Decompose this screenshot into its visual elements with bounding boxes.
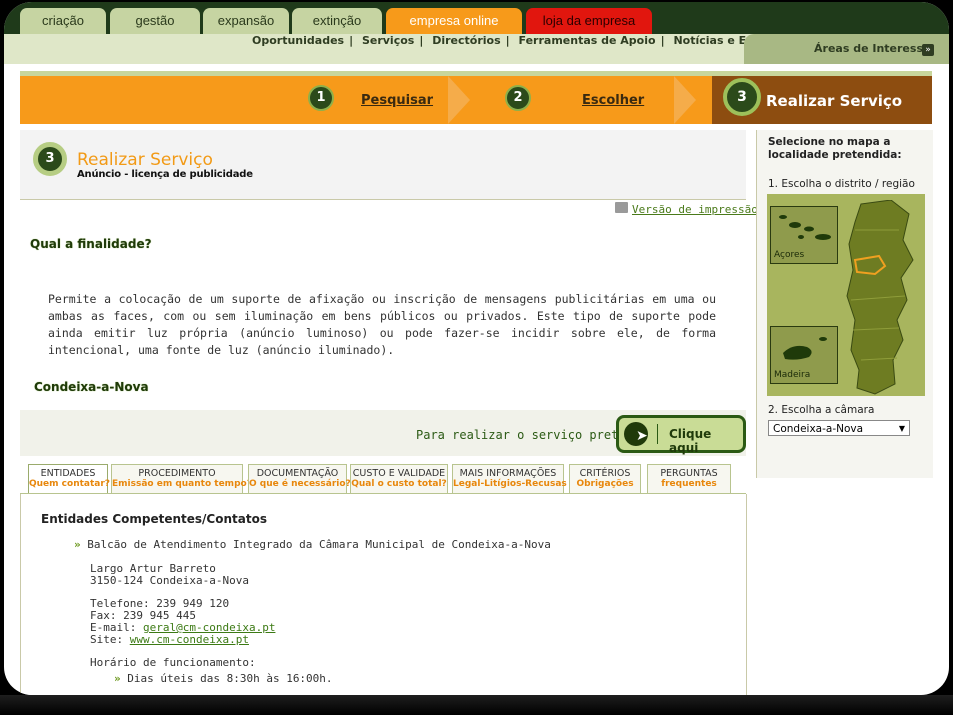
chevron-down-icon: » bbox=[922, 44, 934, 56]
tab-criterios[interactable]: CRITÉRIOS Obrigações bbox=[569, 464, 641, 494]
step-2-number: 2 bbox=[505, 85, 531, 111]
tab-top-label: DOCUMENTAÇÃO bbox=[256, 468, 339, 479]
clique-aqui-label: Clique aqui bbox=[669, 427, 712, 455]
service-header: 3 Realizar Serviço Anúncio - licença de … bbox=[20, 130, 746, 200]
step-3-label: Realizar Serviço bbox=[766, 92, 903, 110]
tab-bottom-label: Obrigações bbox=[576, 479, 634, 489]
tab-mais-informacoes[interactable]: MAIS INFORMAÇÕES Legal-Litígios-Recusas bbox=[452, 464, 567, 494]
selected-place-heading: Condeixa-a-Nova bbox=[34, 380, 149, 394]
map-step-2-label: 2. Escolha a câmara bbox=[768, 404, 875, 416]
nav-link-directorios[interactable]: Directórios bbox=[432, 34, 500, 47]
azores-islands-icon bbox=[779, 215, 831, 240]
page-subtitle: Anúncio - licença de publicidade bbox=[77, 169, 253, 180]
service-description: Permite a colocação de um suporte de afi… bbox=[48, 292, 716, 357]
action-bar: Para realizar o serviço pretendido ➤ Cli… bbox=[20, 410, 746, 456]
nav-link-ferramentas[interactable]: Ferramentas de Apoio bbox=[519, 34, 656, 47]
hours-label: Horário de funcionamento: bbox=[90, 656, 256, 669]
tab-loja-da-empresa[interactable]: loja da empresa bbox=[526, 8, 652, 34]
nav-link-servicos[interactable]: Serviços bbox=[362, 34, 414, 47]
tab-custo-validade[interactable]: CUSTO E VALIDADE Qual o custo total? bbox=[350, 464, 448, 494]
mainland-portugal-icon[interactable] bbox=[839, 200, 925, 396]
step-3-number: 3 bbox=[723, 78, 761, 116]
tab-entidades[interactable]: ENTIDADES Quem contatar? bbox=[28, 464, 111, 496]
step-1-number: 1 bbox=[308, 85, 334, 111]
bullet-arrow-icon: » bbox=[114, 672, 121, 685]
tab-extincao[interactable]: extinção bbox=[292, 8, 382, 34]
hours-list-item: » Dias úteis das 8:30h às 16:00h. bbox=[114, 672, 333, 685]
printer-icon[interactable] bbox=[615, 202, 628, 213]
print-version-link[interactable]: Versão de impressão bbox=[632, 203, 758, 216]
tab-bottom-label: O que é necessário? bbox=[249, 479, 351, 489]
bullet-arrow-icon: » bbox=[74, 538, 81, 551]
nav-links: Oportunidades | Serviços | Directórios | Fe… bbox=[252, 34, 788, 47]
tab-top-label: CRITÉRIOS bbox=[579, 468, 631, 479]
camara-select[interactable]: Condeixa-a-Nova ▼ bbox=[768, 420, 910, 436]
tab-top-label: MAIS INFORMAÇÕES bbox=[459, 468, 557, 479]
portugal-map[interactable]: Açores Madeira bbox=[767, 194, 925, 396]
tab-bottom-label: Legal-Litígios-Recusas bbox=[453, 479, 567, 489]
caret-down-icon: ▼ bbox=[898, 424, 905, 433]
cursor-icon: ➤ bbox=[624, 422, 648, 446]
entity-site-row: Site: www.cm-condeixa.pt bbox=[90, 633, 249, 646]
tab-bottom-label: Emissão em quanto tempo? bbox=[112, 479, 252, 489]
tab-expansao[interactable]: expansão bbox=[203, 8, 289, 34]
reflection-decoration bbox=[0, 695, 953, 715]
tab-top-label: CUSTO E VALIDADE bbox=[352, 468, 446, 479]
azores-label: Açores bbox=[774, 250, 805, 260]
madeira-inset[interactable]: Madeira bbox=[770, 326, 838, 384]
section-heading-finalidade: Qual a finalidade? bbox=[30, 237, 152, 251]
steps-progress: 1 Pesquisar 2 Escolher 3 Realizar Serviç… bbox=[20, 71, 932, 124]
entity-list-item: » Balcão de Atendimento Integrado da Câm… bbox=[74, 538, 551, 551]
top-tab-bar: criação gestão expansão extinção empresa… bbox=[4, 2, 949, 34]
site-link[interactable]: www.cm-condeixa.pt bbox=[130, 633, 249, 646]
areas-label: Áreas de Interesse bbox=[814, 42, 931, 55]
tab-procedimento[interactable]: PROCEDIMENTO Emissão em quanto tempo? bbox=[111, 464, 252, 494]
tab-empresa-online[interactable]: empresa online bbox=[386, 8, 522, 34]
tab-top-label: PROCEDIMENTO bbox=[138, 468, 216, 479]
site-label: Site: bbox=[90, 633, 130, 646]
map-step-1-label: 1. Escolha o distrito / região bbox=[768, 178, 915, 190]
page-title: Realizar Serviço bbox=[77, 150, 213, 170]
tab-top-label: ENTIDADES bbox=[40, 468, 96, 479]
step-1-link[interactable]: Pesquisar bbox=[361, 93, 433, 108]
service-step-number: 3 bbox=[33, 142, 67, 176]
browser-frame: criação gestão expansão extinção empresa… bbox=[4, 2, 949, 695]
step-2-link[interactable]: Escolher bbox=[582, 93, 644, 108]
map-panel-title: Selecione no mapa a localidade pretendid… bbox=[768, 136, 902, 161]
tab-gestao[interactable]: gestão bbox=[110, 8, 200, 34]
tab-bottom-label: Qual o custo total? bbox=[351, 479, 447, 489]
entity-address-line2: 3150-124 Condeixa-a-Nova bbox=[90, 574, 249, 587]
clique-aqui-button[interactable]: ➤ Clique aqui bbox=[616, 415, 746, 455]
madeira-label: Madeira bbox=[774, 370, 811, 380]
step-chevron-icon bbox=[674, 76, 696, 124]
step-chevron-icon bbox=[448, 76, 470, 124]
entities-heading: Entidades Competentes/Contatos bbox=[41, 512, 267, 526]
nav-link-oportunidades[interactable]: Oportunidades bbox=[252, 34, 344, 47]
tab-bottom-label: frequentes bbox=[661, 479, 717, 489]
tab-bottom-label: Quem contatar? bbox=[29, 479, 111, 489]
areas-de-interesse-dropdown[interactable]: Áreas de Interesse » bbox=[744, 34, 949, 64]
tab-top-label: PERGUNTAS bbox=[660, 468, 718, 479]
button-divider bbox=[657, 424, 658, 444]
entity-name: Balcão de Atendimento Integrado da Câmar… bbox=[87, 538, 551, 551]
azores-inset[interactable]: Açores bbox=[770, 206, 838, 264]
tab-documentacao[interactable]: DOCUMENTAÇÃO O que é necessário? bbox=[248, 464, 351, 494]
tab-criacao[interactable]: criação bbox=[20, 8, 106, 34]
hours-value: Dias úteis das 8:30h às 16:00h. bbox=[127, 672, 333, 685]
tab-perguntas[interactable]: PERGUNTAS frequentes bbox=[647, 464, 731, 494]
madeira-islands-icon bbox=[783, 337, 827, 360]
camara-selected-value: Condeixa-a-Nova bbox=[773, 423, 864, 435]
